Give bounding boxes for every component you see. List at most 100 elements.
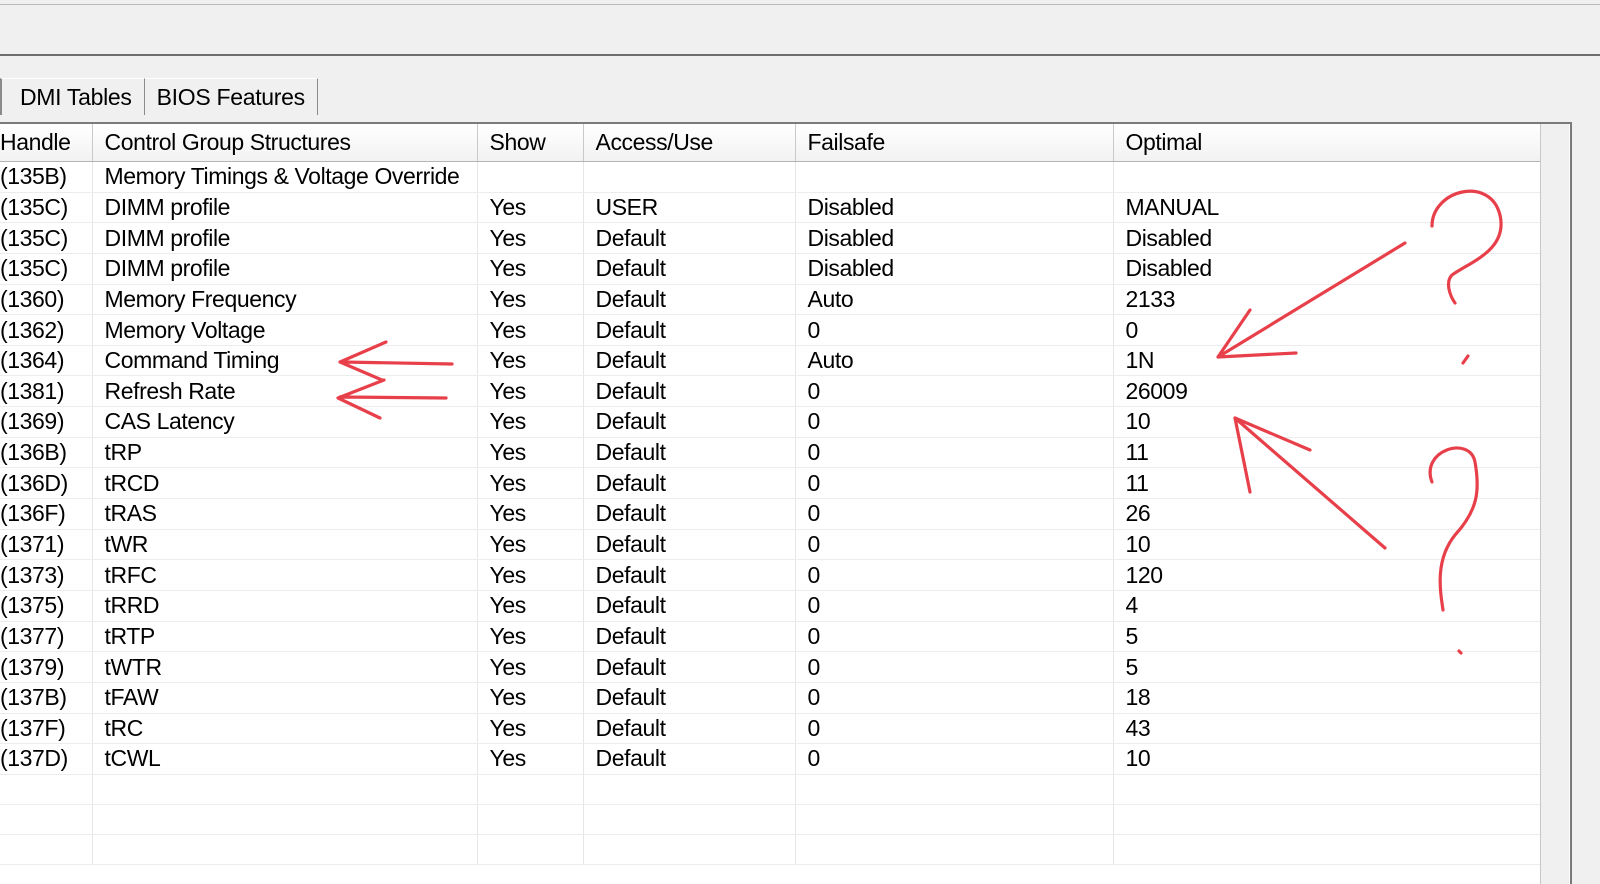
cell-failsafe: 0 xyxy=(795,529,1114,561)
cell-show: Yes xyxy=(477,621,584,653)
empty-row xyxy=(0,774,1541,805)
cell-failsafe: Auto xyxy=(795,284,1114,316)
column-header-access-use[interactable]: Access/Use xyxy=(583,124,796,162)
cell-access-use: Default xyxy=(583,621,796,653)
cell-control-group: tRAS xyxy=(92,498,478,530)
table-row[interactable]: (1377) tRTP Yes Default 0 5 xyxy=(0,621,1541,653)
cell-access-use: Default xyxy=(583,284,796,316)
cell-handle: (1364) xyxy=(0,345,93,377)
tab-dmi-tables[interactable]: DMI Tables xyxy=(0,78,145,115)
table-row[interactable]: (1364) Command Timing Yes Default Auto 1N xyxy=(0,345,1541,377)
cell-show: Yes xyxy=(477,590,584,622)
cell-access-use: Default xyxy=(583,314,796,346)
cell-show: Yes xyxy=(477,559,584,591)
cell-handle: (135C) xyxy=(0,253,93,285)
cell-optimal: 1N xyxy=(1113,345,1541,377)
table-row[interactable]: (1381) Refresh Rate Yes Default 0 26009 xyxy=(0,375,1541,408)
cell-control-group: DIMM profile xyxy=(92,222,478,254)
cell-control-group: tFAW xyxy=(92,682,478,714)
cell-failsafe: 0 xyxy=(795,437,1114,469)
table-row[interactable]: (135B) Memory Timings & Voltage Override xyxy=(0,161,1541,193)
cell-show: Yes xyxy=(477,713,584,745)
cell-show: Yes xyxy=(477,682,584,714)
cell-handle: (137F) xyxy=(0,713,93,745)
cell-control-group: tWTR xyxy=(92,651,478,683)
cell-failsafe: 0 xyxy=(795,590,1114,622)
cell-optimal: 2133 xyxy=(1113,284,1541,316)
column-header-handle[interactable]: Handle xyxy=(0,124,93,162)
empty-cell xyxy=(1113,804,1541,835)
column-header-show[interactable]: Show xyxy=(477,124,584,162)
cell-failsafe: Disabled xyxy=(795,222,1114,254)
cell-control-group: tRCD xyxy=(92,467,478,500)
cell-control-group: tRC xyxy=(92,713,478,745)
table-row[interactable]: (1379) tWTR Yes Default 0 5 xyxy=(0,651,1541,683)
table-row[interactable]: (136F) tRAS Yes Default 0 26 xyxy=(0,498,1541,530)
cell-control-group: CAS Latency xyxy=(92,406,478,438)
table-row[interactable]: (135C) DIMM profile Yes USER Disabled MANUAL xyxy=(0,192,1541,224)
table-row[interactable]: (137B) tFAW Yes Default 0 18 xyxy=(0,682,1541,714)
structures-grid[interactable]: Handle Control Group Structures Show Access… xyxy=(0,122,1572,884)
empty-cell xyxy=(583,804,796,835)
cell-control-group: Memory Timings & Voltage Override xyxy=(92,161,478,193)
cell-control-group: tRP xyxy=(92,437,478,469)
column-header-optimal[interactable]: Optimal xyxy=(1113,124,1541,162)
cell-handle: (1369) xyxy=(0,406,93,438)
cell-optimal: 5 xyxy=(1113,621,1541,653)
cell-handle: (136F) xyxy=(0,498,93,530)
cell-failsafe: Disabled xyxy=(795,192,1114,224)
cell-failsafe xyxy=(795,161,1114,193)
empty-cell xyxy=(92,774,478,805)
cell-control-group: Command Timing xyxy=(92,345,478,377)
table-row[interactable]: (136B) tRP Yes Default 0 11 xyxy=(0,437,1541,469)
cell-optimal: 10 xyxy=(1113,529,1541,561)
cell-control-group: tCWL xyxy=(92,743,478,775)
cell-handle: (135B) xyxy=(0,161,93,193)
table-row[interactable]: (135C) DIMM profile Yes Default Disabled Disa… xyxy=(0,253,1541,285)
cell-failsafe: 0 xyxy=(795,559,1114,591)
cell-optimal: 5 xyxy=(1113,651,1541,683)
cell-optimal: Disabled xyxy=(1113,222,1541,254)
table-row[interactable]: (135C) DIMM profile Yes Default Disabled Disa… xyxy=(0,222,1541,254)
cell-access-use: Default xyxy=(583,406,796,438)
cell-optimal: 10 xyxy=(1113,743,1541,775)
cell-optimal: 11 xyxy=(1113,437,1541,469)
table-row[interactable]: (136D) tRCD Yes Default 0 11 xyxy=(0,467,1541,500)
cell-access-use: USER xyxy=(583,192,796,224)
cell-control-group: DIMM profile xyxy=(92,192,478,224)
empty-cell xyxy=(583,834,796,865)
table-row[interactable]: (1373) tRFC Yes Default 0 120 xyxy=(0,559,1541,591)
empty-cell xyxy=(477,774,584,805)
cell-access-use: Default xyxy=(583,743,796,775)
empty-cell xyxy=(477,834,584,865)
table-row[interactable]: (137F) tRC Yes Default 0 43 xyxy=(0,713,1541,745)
empty-cell xyxy=(583,774,796,805)
cell-show: Yes xyxy=(477,467,584,500)
cell-failsafe: 0 xyxy=(795,743,1114,775)
cell-handle: (135C) xyxy=(0,192,93,224)
table-row[interactable]: (1360) Memory Frequency Yes Default Auto 2133 xyxy=(0,284,1541,316)
table-row[interactable]: (1369) CAS Latency Yes Default 0 10 xyxy=(0,406,1541,438)
cell-access-use: Default xyxy=(583,651,796,683)
cell-access-use xyxy=(583,161,796,193)
empty-cell xyxy=(92,804,478,835)
column-header-failsafe[interactable]: Failsafe xyxy=(795,124,1114,162)
column-header-control-group[interactable]: Control Group Structures xyxy=(92,124,478,162)
cell-optimal: 10 xyxy=(1113,406,1541,438)
cell-show: Yes xyxy=(477,651,584,683)
cell-control-group: DIMM profile xyxy=(92,253,478,285)
table-row[interactable]: (137D) tCWL Yes Default 0 10 xyxy=(0,743,1541,775)
table-row[interactable]: (1375) tRRD Yes Default 0 4 xyxy=(0,590,1541,622)
table-row[interactable]: (1371) tWR Yes Default 0 10 xyxy=(0,529,1541,561)
cell-access-use: Default xyxy=(583,559,796,591)
cell-failsafe: 0 xyxy=(795,314,1114,346)
cell-optimal: 4 xyxy=(1113,590,1541,622)
cell-control-group: Refresh Rate xyxy=(92,375,478,408)
table-row[interactable]: (1362) Memory Voltage Yes Default 0 0 xyxy=(0,314,1541,346)
cell-show: Yes xyxy=(477,743,584,775)
cell-control-group: tRTP xyxy=(92,621,478,653)
tab-bios-features[interactable]: BIOS Features xyxy=(144,78,318,115)
cell-show xyxy=(477,161,584,193)
empty-cell xyxy=(795,834,1114,865)
empty-cell xyxy=(0,774,93,805)
